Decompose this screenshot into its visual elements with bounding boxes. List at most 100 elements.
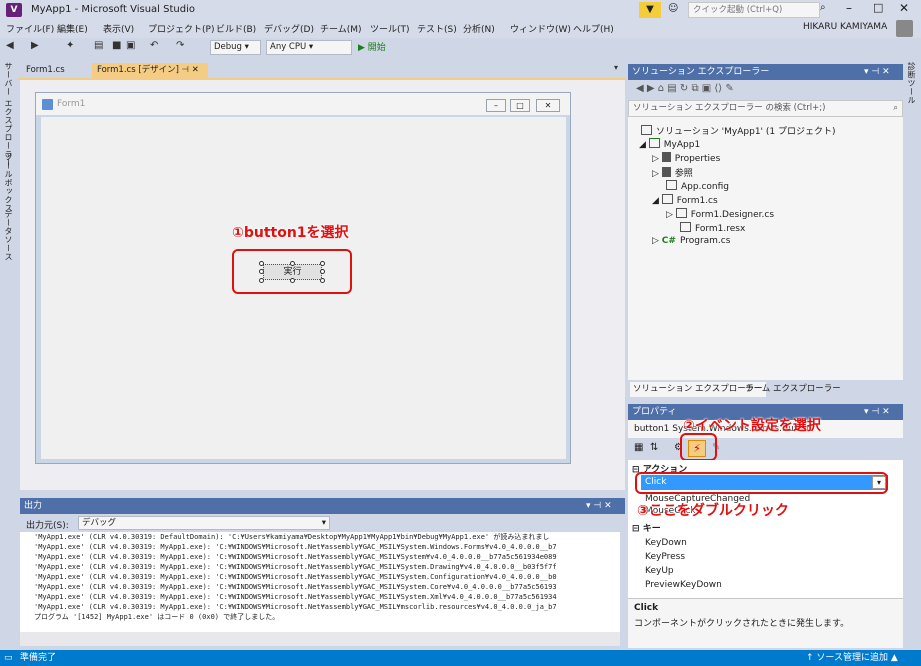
tree-label: App.config: [681, 182, 729, 192]
output-horizontal-scrollbar[interactable]: [20, 632, 620, 646]
menu-project[interactable]: プロジェクト(P): [148, 22, 214, 35]
minimize-button[interactable]: –: [846, 1, 852, 15]
annotation-step3: ③ここをダブルクリック: [637, 503, 789, 519]
notification-flag-icon[interactable]: ▼: [639, 2, 661, 18]
output-title: 出力: [24, 501, 43, 511]
feedback-icon[interactable]: ☺: [668, 3, 678, 14]
tab-toolbox[interactable]: ツールボックス: [3, 153, 14, 213]
output-line: 'MyApp1.exe' (CLR v4.0.30319: DefaultDom…: [34, 533, 550, 541]
save-icon[interactable]: ■: [112, 40, 121, 51]
tab-server-explorer[interactable]: サーバー エクスプローラー: [3, 62, 14, 167]
category-key[interactable]: ⊟ キー: [632, 521, 661, 534]
menu-help[interactable]: ヘルプ(H): [573, 22, 614, 35]
tree-item-properties[interactable]: ▷ Properties: [652, 152, 720, 164]
pane-menu-icon[interactable]: ▾ ⊣ ✕: [864, 404, 890, 420]
tree-item-form1[interactable]: ◢ Form1.cs: [652, 194, 718, 206]
config-file-icon: [666, 180, 677, 190]
maximize-button[interactable]: □: [873, 1, 883, 14]
categorized-icon[interactable]: ▦: [634, 442, 643, 453]
property-description: Click コンポーネントがクリックされたときに発生します。: [628, 598, 903, 648]
solution-toolbar-icons[interactable]: ◀ ▶ ⌂ ▤ ↻ ⧉ ▣ ⟨⟩ ✎: [636, 83, 734, 94]
open-file-icon[interactable]: ▤: [94, 40, 103, 51]
back-icon[interactable]: ◀: [6, 40, 14, 51]
event-row-keydown[interactable]: KeyDown: [645, 538, 687, 548]
tree-label: Form1.cs: [676, 196, 718, 206]
menu-build[interactable]: ビルド(B): [216, 22, 256, 35]
quick-launch-input[interactable]: クイック起動 (Ctrl+Q): [688, 2, 820, 18]
tree-label: Form1.Designer.cs: [690, 210, 775, 220]
output-line: 'MyApp1.exe' (CLR v4.0.30319: MyApp1.exe…: [34, 563, 557, 571]
right-tool-strip: [903, 58, 921, 650]
new-project-icon[interactable]: ✦: [66, 40, 74, 51]
output-text[interactable]: 'MyApp1.exe' (CLR v4.0.30319: DefaultDom…: [20, 532, 620, 632]
tree-label: 参照: [674, 169, 693, 179]
tab-form1-design[interactable]: Form1.cs [デザイン] ⊣ ✕: [92, 63, 208, 78]
event-row-previewkeydown[interactable]: PreviewKeyDown: [645, 580, 722, 590]
form-icon: [42, 99, 53, 110]
search-icon[interactable]: ⌕: [820, 2, 826, 13]
menu-edit[interactable]: 編集(E): [57, 22, 88, 35]
tree-label: Program.cs: [679, 236, 731, 246]
event-row-keyup[interactable]: KeyUp: [645, 566, 674, 576]
status-text: 準備完了: [20, 653, 57, 663]
solution-search-placeholder: ソリューション エクスプローラー の検索 (Ctrl+;): [633, 103, 826, 113]
menu-file[interactable]: ファイル(F): [6, 22, 54, 35]
menu-bar: [0, 20, 921, 38]
solution-icon: [641, 125, 652, 135]
chevron-down-icon: ▾: [321, 518, 326, 528]
undo-icon[interactable]: ↶: [150, 40, 158, 51]
platform-select[interactable]: Any CPU ▾: [266, 40, 352, 55]
start-debug-button[interactable]: ▶ 開始: [358, 40, 386, 53]
tab-team-explorer[interactable]: チーム エクスプローラー: [742, 382, 844, 397]
menu-window[interactable]: ウィンドウ(W): [510, 22, 571, 35]
tree-item-program[interactable]: ▷ C# Program.cs: [652, 236, 730, 246]
output-source-label: 出力元(S):: [26, 521, 69, 531]
menu-view[interactable]: 表示(V): [103, 22, 134, 35]
tree-item-app-config[interactable]: App.config: [666, 180, 729, 192]
output-source-select[interactable]: デバッグ ▾: [78, 516, 330, 530]
event-row-keypress[interactable]: KeyPress: [645, 552, 685, 562]
menu-test[interactable]: テスト(S): [417, 22, 457, 35]
forward-icon[interactable]: ▶: [31, 40, 39, 51]
tree-item-references[interactable]: ▷ 参照: [652, 166, 693, 179]
tree-item-project[interactable]: ◢ MyApp1: [639, 138, 700, 150]
output-line: 'MyApp1.exe' (CLR v4.0.30319: MyApp1.exe…: [34, 573, 557, 581]
close-tab-icon[interactable]: ✕: [192, 65, 199, 75]
user-avatar-icon[interactable]: [896, 20, 913, 37]
tab-list-dropdown-icon[interactable]: ▾: [614, 63, 618, 72]
status-icon: ▭: [4, 653, 13, 663]
tab-diagnostic-tools[interactable]: 診断ツール: [906, 62, 917, 105]
pin-icon[interactable]: ⊣: [182, 65, 189, 75]
tree-item-solution[interactable]: ソリューション 'MyApp1' (1 プロジェクト): [641, 124, 836, 137]
tree-label: MyApp1: [663, 140, 701, 150]
menu-analyze[interactable]: 分析(N): [463, 22, 495, 35]
form-file-icon: [661, 194, 673, 204]
solution-config-select[interactable]: Debug ▾: [210, 40, 261, 55]
pane-menu-icon[interactable]: ▾ ⊣ ✕: [864, 64, 890, 80]
csharp-project-icon: [648, 138, 660, 148]
resx-file-icon: [680, 222, 691, 232]
tree-item-form1-resx[interactable]: Form1.resx: [680, 222, 745, 234]
annotation-step1: ①button1を選択: [232, 225, 349, 241]
tab-form1-code[interactable]: Form1.cs: [21, 63, 87, 78]
tree-item-form1-designer[interactable]: ▷ Form1.Designer.cs: [666, 208, 774, 220]
solution-search-input[interactable]: ソリューション エクスプローラー の検索 (Ctrl+;) ⌕: [628, 100, 903, 117]
redo-icon[interactable]: ↷: [176, 40, 184, 51]
tree-label: ソリューション 'MyApp1' (1 プロジェクト): [656, 127, 836, 137]
alphabetical-icon[interactable]: ⇅: [650, 442, 658, 453]
pane-menu-icon[interactable]: ▾ ⊣ ✕: [586, 498, 612, 514]
output-line: 'MyApp1.exe' (CLR v4.0.30319: MyApp1.exe…: [34, 543, 557, 551]
highlight-box-click: [635, 472, 888, 494]
tab-data-sources[interactable]: データソース: [3, 210, 14, 261]
close-button[interactable]: ✕: [899, 1, 909, 15]
search-icon: ⌕: [893, 103, 898, 113]
highlight-box-events: [680, 433, 717, 461]
menu-tools[interactable]: ツール(T): [370, 22, 410, 35]
properties-title: プロパティ: [632, 407, 677, 417]
save-all-icon[interactable]: ▣: [126, 40, 135, 51]
source-control-button[interactable]: ↑ ソース管理に追加 ▲: [806, 650, 898, 666]
menu-team[interactable]: チーム(M): [320, 22, 362, 35]
menu-debug[interactable]: デバッグ(D): [264, 22, 314, 35]
user-name[interactable]: HIKARU KAMIYAMA: [803, 22, 887, 32]
description-text: コンポーネントがクリックされたときに発生します。: [634, 619, 850, 629]
